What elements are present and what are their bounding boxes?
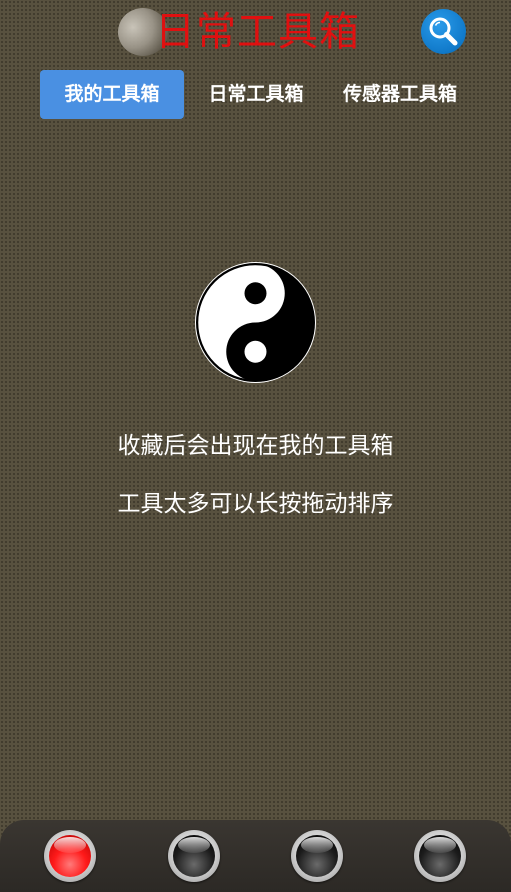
empty-state-line-1: 收藏后会出现在我的工具箱 — [117, 433, 394, 459]
nav-button-2[interactable] — [168, 830, 220, 882]
search-icon — [429, 17, 458, 46]
bottom-nav-bar — [0, 820, 511, 892]
app-title: 日常工具箱 — [155, 9, 360, 55]
nav-button-3[interactable] — [291, 830, 343, 882]
yin-yang-icon — [195, 262, 316, 383]
tab-sensor-toolbox[interactable]: 传感器工具箱 — [330, 70, 470, 119]
nav-button-1[interactable] — [44, 830, 96, 882]
nav-button-4[interactable] — [414, 830, 466, 882]
app-header: 日常工具箱 — [0, 0, 511, 62]
tab-my-toolbox[interactable]: 我的工具箱 — [40, 70, 184, 119]
empty-state-line-2: 工具太多可以长按拖动排序 — [117, 491, 394, 517]
tab-bar: 我的工具箱 日常工具箱 传感器工具箱 — [0, 70, 511, 120]
search-button[interactable] — [421, 9, 466, 54]
tab-daily-toolbox[interactable]: 日常工具箱 — [196, 70, 316, 119]
